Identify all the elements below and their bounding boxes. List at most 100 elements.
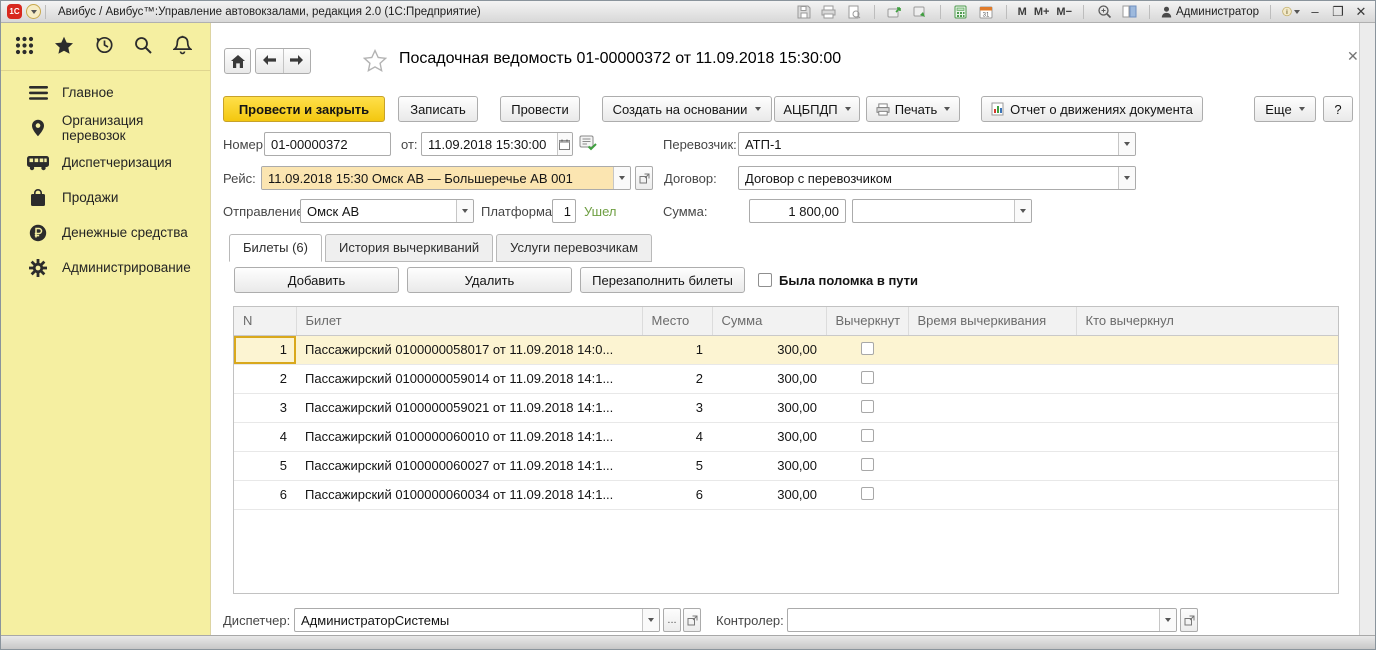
combo-dropdown-button[interactable] bbox=[1014, 200, 1031, 222]
sidebar-item-administration[interactable]: Администрирование bbox=[1, 250, 210, 285]
table-row[interactable]: 2Пассажирский 0100000059014 от 11.09.201… bbox=[234, 364, 1338, 393]
column-header-ticket[interactable]: Билет bbox=[296, 307, 642, 335]
print-preview-icon[interactable] bbox=[845, 4, 863, 20]
table-row[interactable]: 4Пассажирский 0100000060010 от 11.09.201… bbox=[234, 422, 1338, 451]
cell-ticket[interactable]: Пассажирский 0100000058017 от 11.09.2018… bbox=[296, 335, 642, 364]
home-button[interactable] bbox=[224, 48, 251, 74]
print-icon[interactable] bbox=[820, 4, 838, 20]
maximize-button[interactable]: ❐ bbox=[1330, 4, 1346, 20]
sidebar-item-main[interactable]: Главное bbox=[1, 75, 210, 110]
info-icon[interactable]: i bbox=[1282, 4, 1300, 20]
calendar-picker-button[interactable] bbox=[557, 133, 572, 155]
cell-cross-time[interactable] bbox=[908, 451, 1076, 480]
memory-plus-button[interactable]: M+ bbox=[1034, 6, 1050, 18]
split-window-icon[interactable] bbox=[1120, 4, 1138, 20]
document-close-button[interactable]: ✕ bbox=[1347, 48, 1359, 65]
cell-seat[interactable]: 1 bbox=[642, 335, 712, 364]
combo-dropdown-button[interactable] bbox=[456, 200, 473, 222]
cell-crossed[interactable] bbox=[826, 451, 908, 480]
cell-row-number[interactable]: 3 bbox=[234, 393, 296, 422]
forward-button[interactable] bbox=[284, 49, 311, 73]
dispatcher-ellipsis-button[interactable]: ... bbox=[663, 608, 681, 632]
print-menu-button[interactable]: Печать bbox=[866, 96, 960, 122]
trip-open-button[interactable] bbox=[635, 166, 653, 190]
memory-recall-button[interactable]: M bbox=[1018, 6, 1027, 18]
dispatcher-combobox[interactable]: АдминистраторСистемы bbox=[294, 608, 660, 632]
cell-cross-who[interactable] bbox=[1076, 422, 1338, 451]
sidebar-item-sales[interactable]: Продажи bbox=[1, 180, 210, 215]
cell-sum[interactable]: 300,00 bbox=[712, 364, 826, 393]
help-button[interactable]: ? bbox=[1323, 96, 1353, 122]
acbpdp-button[interactable]: АЦБПДП bbox=[774, 96, 860, 122]
document-movements-report-button[interactable]: Отчет о движениях документа bbox=[981, 96, 1203, 122]
cell-cross-time[interactable] bbox=[908, 335, 1076, 364]
cell-cross-who[interactable] bbox=[1076, 451, 1338, 480]
cell-ticket[interactable]: Пассажирский 0100000060027 от 11.09.2018… bbox=[296, 451, 642, 480]
refill-tickets-button[interactable]: Перезаполнить билеты bbox=[580, 267, 745, 293]
column-header-cross-time[interactable]: Время вычеркивания bbox=[908, 307, 1076, 335]
dispatcher-open-button[interactable] bbox=[683, 608, 701, 632]
platform-field[interactable] bbox=[552, 199, 576, 223]
calendar-icon[interactable]: 31 bbox=[977, 4, 995, 20]
cell-row-number[interactable]: 1 bbox=[234, 335, 296, 364]
write-button[interactable]: Записать bbox=[398, 96, 478, 122]
column-header-crossed[interactable]: Вычеркнут bbox=[826, 307, 908, 335]
post-and-close-button[interactable]: Провести и закрыть bbox=[223, 96, 385, 122]
create-based-on-button[interactable]: Создать на основании bbox=[602, 96, 772, 122]
tab-cross-history[interactable]: История вычеркиваний bbox=[325, 234, 493, 262]
cell-seat[interactable]: 3 bbox=[642, 393, 712, 422]
cell-ticket[interactable]: Пассажирский 0100000059021 от 11.09.2018… bbox=[296, 393, 642, 422]
date-input[interactable] bbox=[422, 133, 557, 155]
sidebar-item-dispatching[interactable]: Диспетчеризация bbox=[1, 145, 210, 180]
cell-crossed[interactable] bbox=[826, 393, 908, 422]
delete-button[interactable]: Удалить bbox=[407, 267, 572, 293]
table-row[interactable]: 5Пассажирский 0100000060027 от 11.09.201… bbox=[234, 451, 1338, 480]
crossed-checkbox[interactable] bbox=[861, 371, 874, 384]
more-button[interactable]: Еще bbox=[1254, 96, 1316, 122]
cell-row-number[interactable]: 4 bbox=[234, 422, 296, 451]
cell-crossed[interactable] bbox=[826, 364, 908, 393]
cell-cross-time[interactable] bbox=[908, 480, 1076, 509]
tab-tickets[interactable]: Билеты (6) bbox=[229, 234, 322, 262]
close-button[interactable]: ✕ bbox=[1353, 4, 1369, 20]
crossed-checkbox[interactable] bbox=[861, 458, 874, 471]
crossed-checkbox[interactable] bbox=[861, 400, 874, 413]
column-header-seat[interactable]: Место bbox=[642, 307, 712, 335]
crossed-checkbox[interactable] bbox=[861, 342, 874, 355]
memory-minus-button[interactable]: M− bbox=[1056, 6, 1072, 18]
crossed-checkbox[interactable] bbox=[861, 487, 874, 500]
cell-seat[interactable]: 2 bbox=[642, 364, 712, 393]
cell-seat[interactable]: 6 bbox=[642, 480, 712, 509]
combo-dropdown-button[interactable] bbox=[1159, 609, 1176, 631]
cell-row-number[interactable]: 6 bbox=[234, 480, 296, 509]
cell-sum[interactable]: 300,00 bbox=[712, 335, 826, 364]
current-user[interactable]: Администратор bbox=[1161, 6, 1259, 18]
currency-combobox[interactable] bbox=[852, 199, 1032, 223]
calculator-icon[interactable] bbox=[952, 4, 970, 20]
column-header-cross-who[interactable]: Кто вычеркнул bbox=[1076, 307, 1338, 335]
combo-dropdown-button[interactable] bbox=[1118, 167, 1135, 189]
favorites-star-icon[interactable] bbox=[54, 36, 74, 60]
notifications-bell-icon[interactable] bbox=[173, 35, 192, 60]
cell-cross-time[interactable] bbox=[908, 364, 1076, 393]
controller-open-button[interactable] bbox=[1180, 608, 1198, 632]
combo-dropdown-button[interactable] bbox=[613, 167, 630, 189]
search-icon[interactable] bbox=[133, 35, 153, 60]
post-button[interactable]: Провести bbox=[500, 96, 580, 122]
date-field[interactable] bbox=[421, 132, 573, 156]
sidebar-item-money[interactable]: Денежные средства bbox=[1, 215, 210, 250]
minimize-button[interactable]: – bbox=[1307, 4, 1323, 19]
cell-cross-who[interactable] bbox=[1076, 335, 1338, 364]
cell-row-number[interactable]: 5 bbox=[234, 451, 296, 480]
cell-ticket[interactable]: Пассажирский 0100000059014 от 11.09.2018… bbox=[296, 364, 642, 393]
trip-combobox[interactable]: 11.09.2018 15:30 Омск АВ — Большеречье А… bbox=[261, 166, 631, 190]
combo-dropdown-button[interactable] bbox=[1118, 133, 1135, 155]
cell-crossed[interactable] bbox=[826, 422, 908, 451]
cell-sum[interactable]: 300,00 bbox=[712, 480, 826, 509]
sidebar-item-transport-organization[interactable]: Организация перевозок bbox=[1, 110, 210, 145]
controller-combobox[interactable] bbox=[787, 608, 1177, 632]
sum-field[interactable] bbox=[749, 199, 846, 223]
cell-cross-who[interactable] bbox=[1076, 480, 1338, 509]
cell-sum[interactable]: 300,00 bbox=[712, 451, 826, 480]
table-row[interactable]: 6Пассажирский 0100000060034 от 11.09.201… bbox=[234, 480, 1338, 509]
